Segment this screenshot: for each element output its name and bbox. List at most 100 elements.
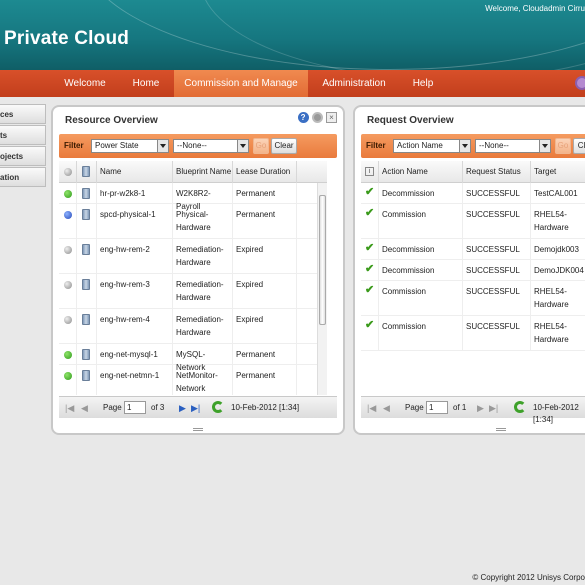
prev-page-icon[interactable]: ◀ — [383, 403, 390, 413]
grid-header: i Action Name Request Status Target — [361, 161, 585, 183]
status-dot-icon — [64, 281, 72, 289]
name-cell[interactable]: hr-pr-w2k8-1 — [97, 183, 173, 203]
next-page-icon[interactable]: ▶ — [179, 403, 186, 413]
type-cell — [77, 183, 97, 203]
table-row[interactable]: eng-hw-rem-3 Remediation-Hardware Expired — [59, 274, 317, 309]
table-row[interactable]: ✔ Decommission SUCCESSFUL Demojdk003 — [361, 239, 585, 260]
column-header-blueprint-name[interactable]: Blueprint Name — [173, 161, 233, 183]
type-column-header[interactable] — [77, 161, 97, 183]
go-button[interactable]: Go — [253, 138, 269, 154]
filter-field-value: Power State — [95, 141, 139, 150]
table-row[interactable]: eng-net-mysql-1 MySQL-Network Permanent — [59, 344, 317, 372]
status-cell — [59, 183, 77, 203]
nav-item-home[interactable]: Home — [118, 70, 174, 97]
column-header-name[interactable]: Name — [97, 161, 173, 183]
table-row[interactable]: eng-net-netmn-1 NetMonitor-Network Permane… — [59, 365, 317, 395]
first-page-icon[interactable]: |◀ — [65, 403, 74, 413]
clear-button[interactable]: Clear — [271, 138, 297, 154]
page-label: Page — [405, 403, 424, 412]
target-cell: Demojdk003 — [534, 245, 579, 254]
action-cell[interactable]: Commission — [379, 316, 463, 350]
nav-item-help[interactable]: Help — [400, 70, 446, 97]
clear-button[interactable]: Clea — [573, 138, 585, 154]
table-row[interactable]: ✔ Commission SUCCESSFUL RHEL54-Hardware — [361, 204, 585, 239]
request-grid: i Action Name Request Status Target ✔ Dec… — [361, 161, 585, 395]
nav-item-commission-and-manage[interactable]: Commission and Manage — [174, 70, 308, 97]
filter-value-select[interactable]: --None-- — [173, 139, 249, 153]
type-cell — [77, 344, 97, 364]
pagination-bar: |◀ ◀ Page 1 of 1 ▶ ▶| 10-Feb-2012 [1:34] — [361, 396, 585, 424]
filter-value-select[interactable]: --None-- — [475, 139, 551, 153]
server-icon — [82, 314, 90, 325]
table-row[interactable]: eng-hw-rem-4 Remediation-Hardware Expired — [59, 309, 317, 344]
name-cell[interactable]: eng-hw-rem-2 — [97, 239, 173, 273]
vertical-scrollbar[interactable] — [317, 183, 327, 395]
table-row[interactable]: spcd-physical-1 Physical-Hardware Permanen… — [59, 204, 317, 239]
page-number-input[interactable]: 1 — [124, 401, 146, 414]
scrollbar-thumb[interactable] — [319, 195, 326, 325]
close-icon[interactable]: × — [326, 112, 337, 123]
prev-page-icon[interactable]: ◀ — [81, 403, 88, 413]
side-menu-item[interactable]: ces — [0, 104, 46, 124]
action-cell[interactable]: Decommission — [379, 260, 463, 280]
table-row[interactable]: ✔ Decommission SUCCESSFUL DemoJDK004 — [361, 260, 585, 281]
status-cell — [59, 204, 77, 238]
table-row[interactable]: ✔ Commission SUCCESSFUL RHEL54-Hardware — [361, 316, 585, 351]
nav-item-administration[interactable]: Administration — [310, 70, 398, 97]
action-cell[interactable]: Commission — [379, 204, 463, 238]
side-menu-item[interactable]: ts — [0, 125, 46, 145]
action-cell[interactable]: Decommission — [379, 239, 463, 259]
column-header-target[interactable]: Target — [531, 161, 585, 183]
refresh-icon[interactable] — [514, 401, 526, 413]
status-cell: ✔ — [361, 281, 379, 315]
table-row[interactable]: eng-hw-rem-2 Remediation-Hardware Expired — [59, 239, 317, 274]
filter-field-select[interactable]: Power State — [91, 139, 169, 153]
refresh-icon[interactable] — [212, 401, 224, 413]
name-cell[interactable]: eng-net-mysql-1 — [97, 344, 173, 364]
status-column-header[interactable] — [59, 161, 77, 183]
copyright-footer: © Copyright 2012 Unisys Corpo — [472, 573, 585, 582]
action-cell[interactable]: Commission — [379, 281, 463, 315]
filter-value-text: --None-- — [479, 141, 509, 150]
name-cell[interactable]: spcd-physical-1 — [97, 204, 173, 238]
status-cell: ✔ — [361, 316, 379, 350]
name-cell[interactable]: eng-hw-rem-3 — [97, 274, 173, 308]
go-button[interactable]: Go — [555, 138, 571, 154]
column-header-request-status[interactable]: Request Status — [463, 161, 531, 183]
name-cell[interactable]: eng-hw-rem-4 — [97, 309, 173, 343]
lease-cell: Expired — [233, 309, 297, 343]
name-cell[interactable]: eng-net-netmn-1 — [97, 365, 173, 395]
resize-grip[interactable] — [496, 428, 506, 431]
side-menu-item[interactable]: ation — [0, 167, 46, 187]
last-page-icon[interactable]: ▶| — [191, 403, 200, 413]
filter-value-text: --None-- — [177, 141, 207, 150]
info-icon: i — [365, 167, 374, 176]
column-header-action-name[interactable]: Action Name — [379, 161, 463, 183]
last-page-icon[interactable]: ▶| — [489, 403, 498, 413]
lease-cell: Permanent — [233, 365, 297, 395]
help-icon[interactable]: ? — [297, 112, 309, 123]
first-page-icon[interactable]: |◀ — [367, 403, 376, 413]
success-check-icon: ✔ — [365, 242, 375, 254]
action-cell[interactable]: Decommission — [379, 183, 463, 203]
filter-field-select[interactable]: Action Name — [393, 139, 471, 153]
table-row[interactable]: ✔ Decommission SUCCESSFUL TestCAL001 — [361, 183, 585, 204]
table-row[interactable]: ✔ Commission SUCCESSFUL RHEL54-Hardware — [361, 281, 585, 316]
request-status-cell: SUCCESSFUL — [463, 260, 531, 280]
app-header: Private Cloud Welcome, Cloudadmin Cirru — [0, 0, 585, 70]
table-row[interactable]: hr-pr-w2k8-1 W2K8R2-Payroll Permanent — [59, 183, 317, 211]
column-header-lease-duration[interactable]: Lease Duration — [233, 161, 297, 183]
page-number-input[interactable]: 1 — [426, 401, 448, 414]
side-menu-item[interactable]: ojects — [0, 146, 46, 166]
next-page-icon[interactable]: ▶ — [477, 403, 484, 413]
server-header-icon — [82, 166, 90, 177]
server-icon — [82, 188, 90, 199]
settings-gear-icon[interactable] — [575, 76, 585, 90]
filter-bar: Filter Action Name --None-- Go Clea — [361, 134, 585, 158]
type-cell — [77, 239, 97, 273]
gear-icon[interactable] — [311, 112, 323, 123]
info-column-header[interactable]: i — [361, 161, 379, 183]
resize-grip[interactable] — [193, 428, 203, 431]
nav-item-welcome[interactable]: Welcome — [52, 70, 118, 97]
blueprint-cell: Remediation-Hardware — [173, 309, 233, 343]
